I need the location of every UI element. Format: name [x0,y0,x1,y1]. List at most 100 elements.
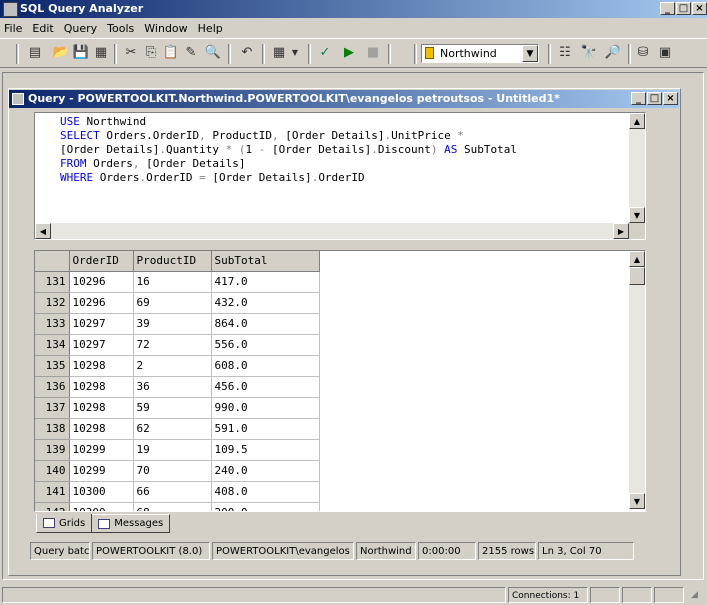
cell-productid[interactable]: 16 [133,271,212,293]
results-grid[interactable]: OrderID ProductID SubTotal 131 10296 16 417… [34,250,646,512]
cell-subtotal[interactable]: 200.0 [211,502,320,511]
cell-orderid[interactable]: 10298 [69,376,134,398]
cell-subtotal[interactable]: 591.0 [211,418,320,440]
object-search-icon[interactable]: 🔭 [580,44,598,62]
cell-orderid[interactable]: 10297 [69,334,134,356]
cell-orderid[interactable]: 10298 [69,355,134,377]
column-header-subtotal[interactable]: SubTotal [211,251,320,272]
new-query-icon[interactable]: ▤ [26,44,44,62]
results-mode-dropdown-icon[interactable]: ▼ [290,44,300,62]
query-maximize-button[interactable]: □ [647,92,662,105]
menu-help[interactable]: Help [194,22,229,35]
menu-edit[interactable]: Edit [28,22,59,35]
table-row[interactable]: 135 10298 2 608.0 [35,355,320,377]
cell-subtotal[interactable]: 408.0 [211,481,320,503]
results-pane-icon[interactable]: ▣ [656,44,674,62]
table-row[interactable]: 133 10297 39 864.0 [35,313,320,335]
sql-editor[interactable]: USE Northwind SELECT Orders.OrderID, Prod… [34,112,646,240]
cell-orderid[interactable]: 10297 [69,313,134,335]
query-minimize-button[interactable]: _ [631,92,646,105]
cell-orderid[interactable]: 10299 [69,460,134,482]
object-browser-icon[interactable]: ☷ [556,44,574,62]
cell-subtotal[interactable]: 456.0 [211,376,320,398]
cell-productid[interactable]: 72 [133,334,212,356]
show-plan-icon[interactable]: 🔎 [604,44,622,62]
table-row[interactable]: 138 10298 62 591.0 [35,418,320,440]
table-row[interactable]: 141 10300 66 408.0 [35,481,320,503]
cut-icon[interactable]: ✂ [122,44,140,62]
grid-scroll-up-icon[interactable]: ▲ [629,251,645,267]
cell-productid[interactable]: 62 [133,418,212,440]
cell-productid[interactable]: 39 [133,313,212,335]
current-connection-icon[interactable]: ⛁ [634,44,652,62]
table-row[interactable]: 1421030068200.0 [35,502,320,511]
table-row[interactable]: 136 10298 36 456.0 [35,376,320,398]
tab-messages[interactable]: Messages [92,514,171,533]
cell-subtotal[interactable]: 608.0 [211,355,320,377]
table-row[interactable]: 137 10298 59 990.0 [35,397,320,419]
cell-productid[interactable]: 69 [133,292,212,314]
column-header-productid[interactable]: ProductID [133,251,212,272]
cancel-execution-icon[interactable]: ■ [364,44,382,62]
menu-query[interactable]: Query [60,22,103,35]
open-icon[interactable]: 📂 [52,44,70,62]
table-row[interactable]: 131 10296 16 417.0 [35,271,320,293]
find-icon[interactable]: 🔍 [204,44,222,62]
chevron-down-icon[interactable]: ▼ [522,45,538,62]
cell-orderid[interactable]: 10298 [69,418,134,440]
table-row[interactable]: 132 10296 69 432.0 [35,292,320,314]
cell-subtotal[interactable]: 109.5 [211,439,320,461]
scroll-down-icon[interactable]: ▼ [629,207,645,223]
cell-subtotal[interactable]: 240.0 [211,460,320,482]
table-row[interactable]: 140 10299 70 240.0 [35,460,320,482]
database-select[interactable]: Northwind ▼ [421,44,539,63]
grid-scroll-thumb[interactable] [629,267,645,285]
cell-orderid[interactable]: 10298 [69,397,134,419]
clear-window-icon[interactable]: ✎ [182,44,200,62]
cell-orderid[interactable]: 10296 [69,292,134,314]
table-row[interactable]: 134 10297 72 556.0 [35,334,320,356]
grid-scroll-down-icon[interactable]: ▼ [629,493,645,509]
undo-icon[interactable]: ↶ [238,44,256,62]
copy-icon[interactable]: ⎘ [142,44,160,62]
cell-subtotal[interactable]: 417.0 [211,271,320,293]
cell-productid[interactable]: 70 [133,460,212,482]
cell-productid[interactable]: 36 [133,376,212,398]
column-header-orderid[interactable]: OrderID [69,251,134,272]
cell-productid[interactable]: 2 [133,355,212,377]
table-row[interactable]: 139 10299 19 109.5 [35,439,320,461]
cell-productid[interactable]: 19 [133,439,212,461]
minimize-button[interactable]: _ [660,2,675,15]
scroll-up-icon[interactable]: ▲ [629,113,645,129]
editor-vertical-scrollbar[interactable]: ▲ ▼ [629,113,645,223]
cell-productid[interactable]: 59 [133,397,212,419]
tab-grids[interactable]: Grids [36,514,93,533]
execute-icon[interactable]: ▶ [340,44,358,62]
paste-icon[interactable]: 📋 [162,44,180,62]
parse-query-icon[interactable]: ✓ [316,44,334,62]
cell-productid[interactable]: 66 [133,481,212,503]
menu-window[interactable]: Window [140,22,193,35]
menu-file[interactable]: File [0,22,28,35]
cell-subtotal[interactable]: 556.0 [211,334,320,356]
maximize-button[interactable]: □ [676,2,691,15]
results-mode-icon[interactable]: ▦ [270,44,288,62]
cell-orderid[interactable]: 10299 [69,439,134,461]
cell-subtotal[interactable]: 432.0 [211,292,320,314]
editor-horizontal-scrollbar[interactable]: ◀ ▶ [35,223,629,239]
save-icon[interactable]: 💾 [72,44,90,62]
cell-subtotal[interactable]: 990.0 [211,397,320,419]
scroll-left-icon[interactable]: ◀ [35,223,51,239]
cell-orderid[interactable]: 10300 [69,502,134,511]
load-script-icon[interactable]: ▦ [92,44,110,62]
close-button[interactable]: × [692,2,707,15]
resize-grip-icon[interactable]: ◢ [688,587,704,603]
cell-productid[interactable]: 68 [133,502,212,511]
scroll-right-icon[interactable]: ▶ [613,223,629,239]
query-close-button[interactable]: × [663,92,678,105]
cell-subtotal[interactable]: 864.0 [211,313,320,335]
menu-tools[interactable]: Tools [103,22,140,35]
cell-orderid[interactable]: 10300 [69,481,134,503]
grid-vertical-scrollbar[interactable]: ▲ ▼ [629,251,645,509]
cell-orderid[interactable]: 10296 [69,271,134,293]
